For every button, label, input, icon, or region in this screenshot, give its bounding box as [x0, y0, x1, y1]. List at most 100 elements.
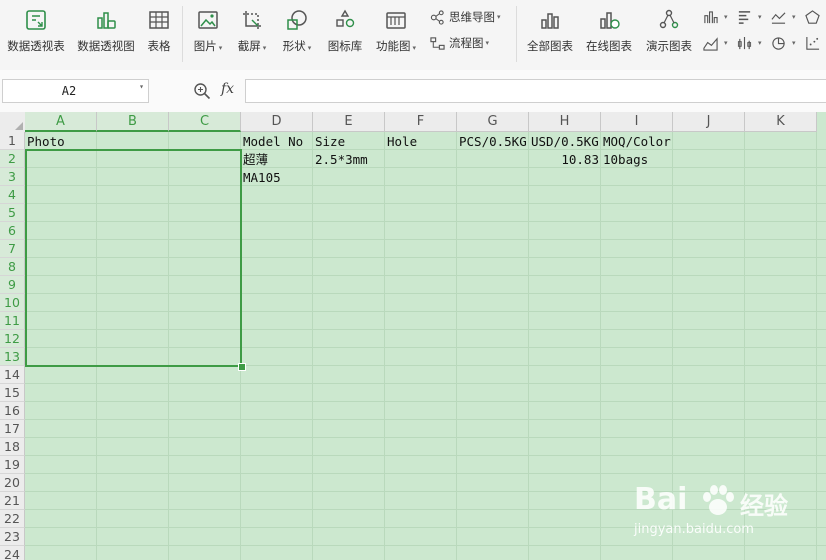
row-header-23[interactable]: 23	[0, 528, 25, 546]
cell-f1[interactable]: Hole	[385, 132, 457, 150]
cell-h1[interactable]: USD/0.5KG	[529, 132, 601, 150]
grid-column-line	[456, 132, 457, 560]
online-charts-button[interactable]: 在线图表	[584, 6, 634, 60]
row-header-16[interactable]: 16	[0, 402, 25, 420]
scatter-chart-button[interactable]	[805, 34, 824, 52]
zoom-icon[interactable]	[193, 82, 211, 100]
bar-chart-button[interactable]: ▾	[737, 8, 762, 26]
cell-d2[interactable]: 超薄	[241, 150, 313, 168]
pie-chart-button[interactable]: ▾	[771, 34, 796, 52]
cell-e2[interactable]: 2.5*3mm	[313, 150, 385, 168]
row-header-3[interactable]: 3	[0, 168, 25, 186]
row-header-8[interactable]: 8	[0, 258, 25, 276]
watermark-suffix: 经验	[740, 492, 788, 520]
all-charts-button[interactable]: 全部图表	[525, 6, 575, 60]
cell-e1[interactable]: Size	[313, 132, 385, 150]
grid-row-line	[25, 419, 826, 420]
area-chart-button[interactable]: ▾	[703, 34, 728, 52]
shapes-button[interactable]: 形状 ▾	[279, 6, 315, 60]
column-header-b[interactable]: B	[97, 112, 169, 132]
all-charts-icon	[541, 13, 559, 29]
row-header-7[interactable]: 7	[0, 240, 25, 258]
area-chart-icon	[703, 36, 718, 51]
stock-chart-button[interactable]: ▾	[737, 34, 762, 52]
row-header-24[interactable]: 24	[0, 546, 25, 560]
grid-row-line	[25, 473, 826, 474]
chevron-down-icon: ▾	[758, 39, 762, 47]
name-box[interactable]: A2 ▾	[2, 79, 149, 103]
row-header-14[interactable]: 14	[0, 366, 25, 384]
row-header-10[interactable]: 10	[0, 294, 25, 312]
column-chart-button[interactable]: ▾	[703, 8, 728, 26]
cell-a1[interactable]: Photo	[25, 132, 97, 150]
formula-input[interactable]	[245, 79, 826, 103]
row-header-4[interactable]: 4	[0, 186, 25, 204]
column-header-g[interactable]: G	[457, 112, 529, 132]
table-button[interactable]: 表格	[143, 6, 175, 60]
column-header-d[interactable]: D	[241, 112, 313, 132]
cell-h2[interactable]: 10.83	[529, 150, 601, 168]
column-header-e[interactable]: E	[313, 112, 385, 132]
flowchart-button[interactable]: 流程图 ▾	[430, 34, 489, 52]
row-header-21[interactable]: 21	[0, 492, 25, 510]
line-chart-button[interactable]: ▾	[771, 8, 796, 26]
scatter-chart-icon	[806, 36, 820, 50]
row-header-19[interactable]: 19	[0, 456, 25, 474]
row-header-9[interactable]: 9	[0, 276, 25, 294]
select-all-corner[interactable]	[0, 112, 26, 133]
table-icon	[149, 11, 169, 29]
column-header-i[interactable]: I	[601, 112, 673, 132]
mind-map-button[interactable]: 思维导图 ▾	[430, 8, 501, 26]
function-chart-button[interactable]: 功能图 ▾	[372, 6, 420, 60]
mind-map-icon	[430, 9, 444, 25]
fill-handle[interactable]	[238, 363, 246, 371]
ribbon-divider	[182, 6, 183, 62]
cell-d1[interactable]: Model No	[241, 132, 313, 150]
pivot-chart-button[interactable]: 数据透视图	[74, 6, 138, 60]
row-header-12[interactable]: 12	[0, 330, 25, 348]
row-header-15[interactable]: 15	[0, 384, 25, 402]
column-header-c[interactable]: C	[169, 112, 241, 132]
pivot-chart-icon	[97, 12, 116, 29]
insert-function-button[interactable]: fx	[221, 81, 234, 97]
all-charts-label: 全部图表	[527, 39, 573, 53]
column-header-h[interactable]: H	[529, 112, 601, 132]
icon-library-button[interactable]: 图标库	[325, 6, 365, 60]
column-header-j[interactable]: J	[673, 112, 745, 132]
screenshot-button[interactable]: 截屏 ▾	[234, 6, 270, 60]
demo-charts-button[interactable]: 演示图表	[644, 6, 694, 60]
row-header-17[interactable]: 17	[0, 420, 25, 438]
row-header-13[interactable]: 13	[0, 348, 25, 366]
column-header-f[interactable]: F	[385, 112, 457, 132]
grid-column-line	[312, 132, 313, 560]
column-header-a[interactable]: A	[25, 112, 97, 132]
column-header-k[interactable]: K	[745, 112, 817, 132]
row-header-1[interactable]: 1	[0, 132, 25, 150]
row-header-5[interactable]: 5	[0, 204, 25, 222]
row-header-11[interactable]: 11	[0, 312, 25, 330]
row-header-20[interactable]: 20	[0, 474, 25, 492]
row-header-2[interactable]: 2	[0, 150, 25, 168]
row-header-6[interactable]: 6	[0, 222, 25, 240]
cell-i2[interactable]: 10bags	[601, 150, 673, 168]
chevron-down-icon: ▾	[758, 13, 762, 21]
pivot-table-button[interactable]: 数据透视表	[4, 6, 68, 60]
shapes-icon	[287, 10, 307, 30]
chevron-down-icon: ▾	[724, 13, 728, 21]
cell-i1[interactable]: MOQ/Color	[601, 132, 673, 150]
radar-chart-icon	[805, 9, 820, 24]
paw-logo-icon	[703, 485, 734, 515]
row-header-18[interactable]: 18	[0, 438, 25, 456]
picture-button[interactable]: 图片 ▾	[190, 6, 226, 60]
row-header-22[interactable]: 22	[0, 510, 25, 528]
shapes-label: 形状 ▾	[282, 39, 312, 53]
chevron-down-icon: ▾	[262, 44, 267, 52]
chevron-down-icon: ▾	[218, 44, 223, 52]
chevron-down-icon: ▾	[307, 44, 312, 52]
chevron-down-icon[interactable]: ▾	[139, 82, 144, 91]
cell-g1[interactable]: PCS/0.5KG	[457, 132, 529, 150]
cell-d3[interactable]: MA105	[241, 168, 313, 186]
picture-icon	[198, 11, 218, 29]
radar-chart-button[interactable]	[805, 8, 824, 26]
watermark-url: jingyan.baidu.com	[634, 522, 754, 537]
